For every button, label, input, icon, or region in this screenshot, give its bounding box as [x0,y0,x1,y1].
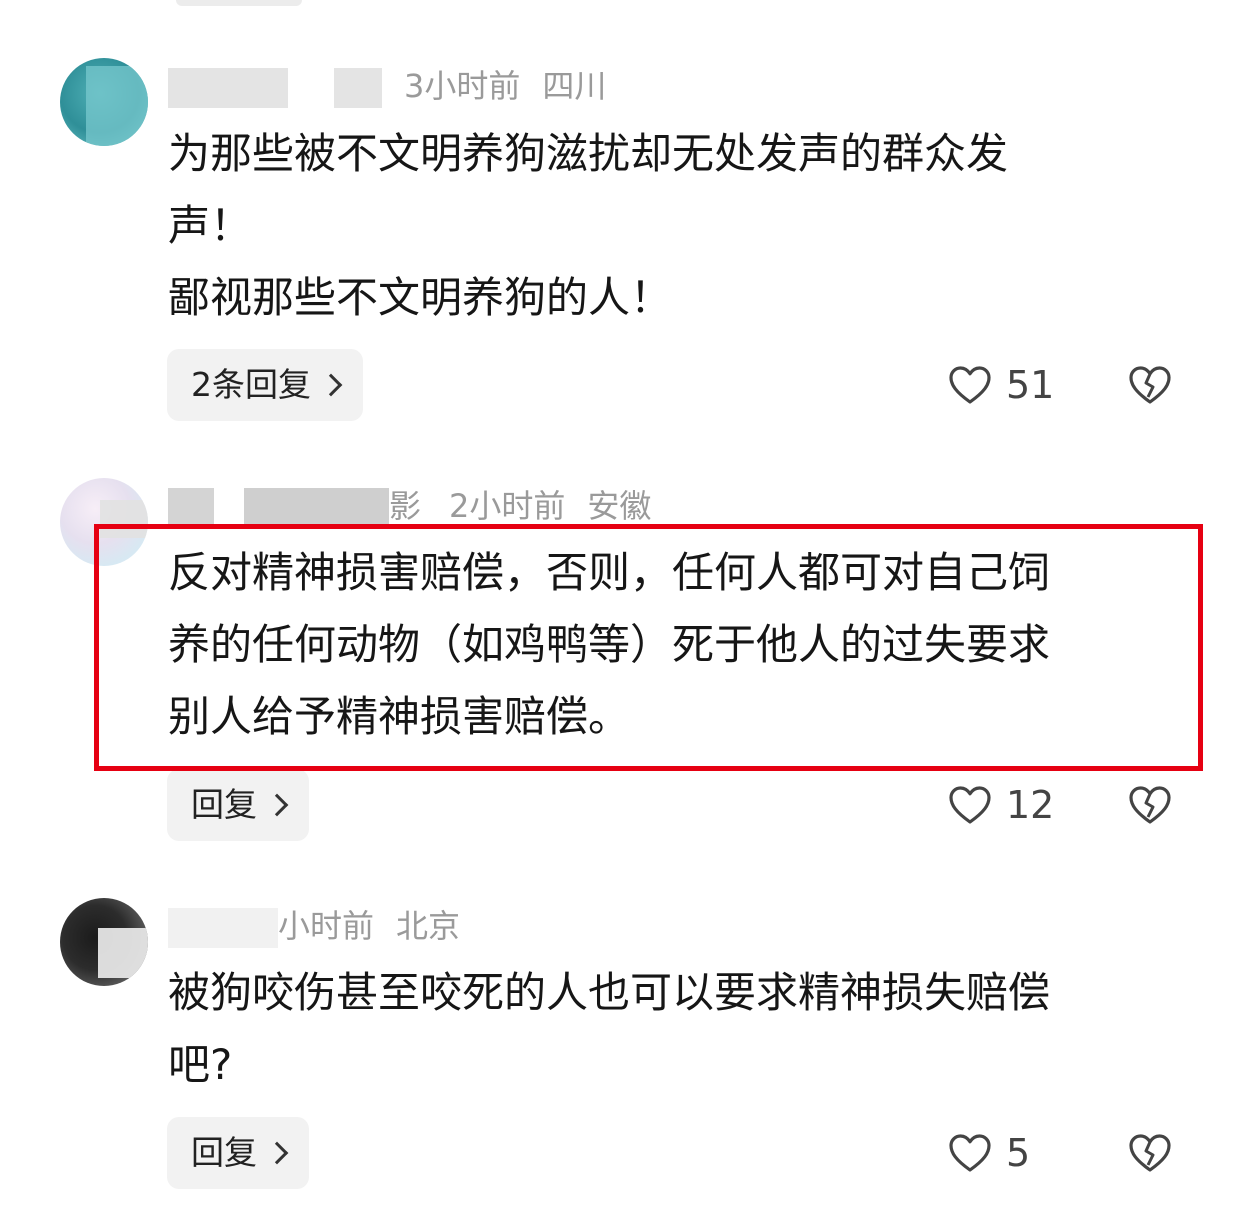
comment-meta: 小时前 北京 [168,904,460,948]
comment-text: 为那些被不文明养狗滋扰却无处发声的群众发 声！ 鄙视那些不文明养狗的人！ [168,129,1009,322]
reply-label: 回复 [191,785,257,824]
comment-meta: 3小时前 四川 [168,64,606,108]
like-button[interactable]: 51 [948,349,1054,421]
comment-time: 2小时前 [449,487,566,525]
comment-location: 北京 [396,907,461,945]
chevron-right-icon [265,793,289,817]
reply-button[interactable]: 回复 [167,1117,309,1189]
username-redacted[interactable] [168,488,214,528]
previous-comment-remnant [176,0,302,6]
comment-location: 安徽 [587,487,652,525]
heart-outline-icon [949,1134,991,1172]
reply-label: 回复 [191,1133,257,1172]
view-replies-button[interactable]: 2条回复 [167,349,363,421]
username-partial[interactable]: 影 [389,484,421,528]
username-redacted[interactable] [244,488,389,528]
like-button[interactable]: 5 [948,1117,1030,1189]
username-redacted[interactable] [168,68,288,108]
avatar[interactable] [60,898,148,986]
reply-label: 2条回复 [191,365,311,404]
reply-button[interactable]: 回复 [167,769,309,841]
comment-location: 四川 [542,67,607,105]
like-count: 12 [1006,783,1055,827]
username-redacted[interactable] [168,908,278,948]
heart-outline-icon [949,786,991,824]
badge-redacted [334,68,382,108]
chevron-right-icon [319,373,343,397]
highlight-annotation-box [94,524,1203,771]
broken-heart-icon[interactable] [1128,785,1172,825]
heart-outline-icon [949,366,991,404]
comment-time: 小时前 [278,907,375,945]
comment-time: 3小时前 [404,67,521,105]
like-button[interactable]: 12 [948,769,1054,841]
like-count: 51 [1006,363,1055,407]
broken-heart-icon[interactable] [1128,365,1172,405]
like-count: 5 [1006,1131,1031,1175]
chevron-right-icon [265,1141,289,1165]
avatar[interactable] [60,58,148,146]
broken-heart-icon[interactable] [1128,1133,1172,1173]
comment-meta: 影 2小时前 安徽 [168,484,651,528]
comment-text: 被狗咬伤甚至咬死的人也可以要求精神损失赔偿 吧? [168,968,1051,1089]
